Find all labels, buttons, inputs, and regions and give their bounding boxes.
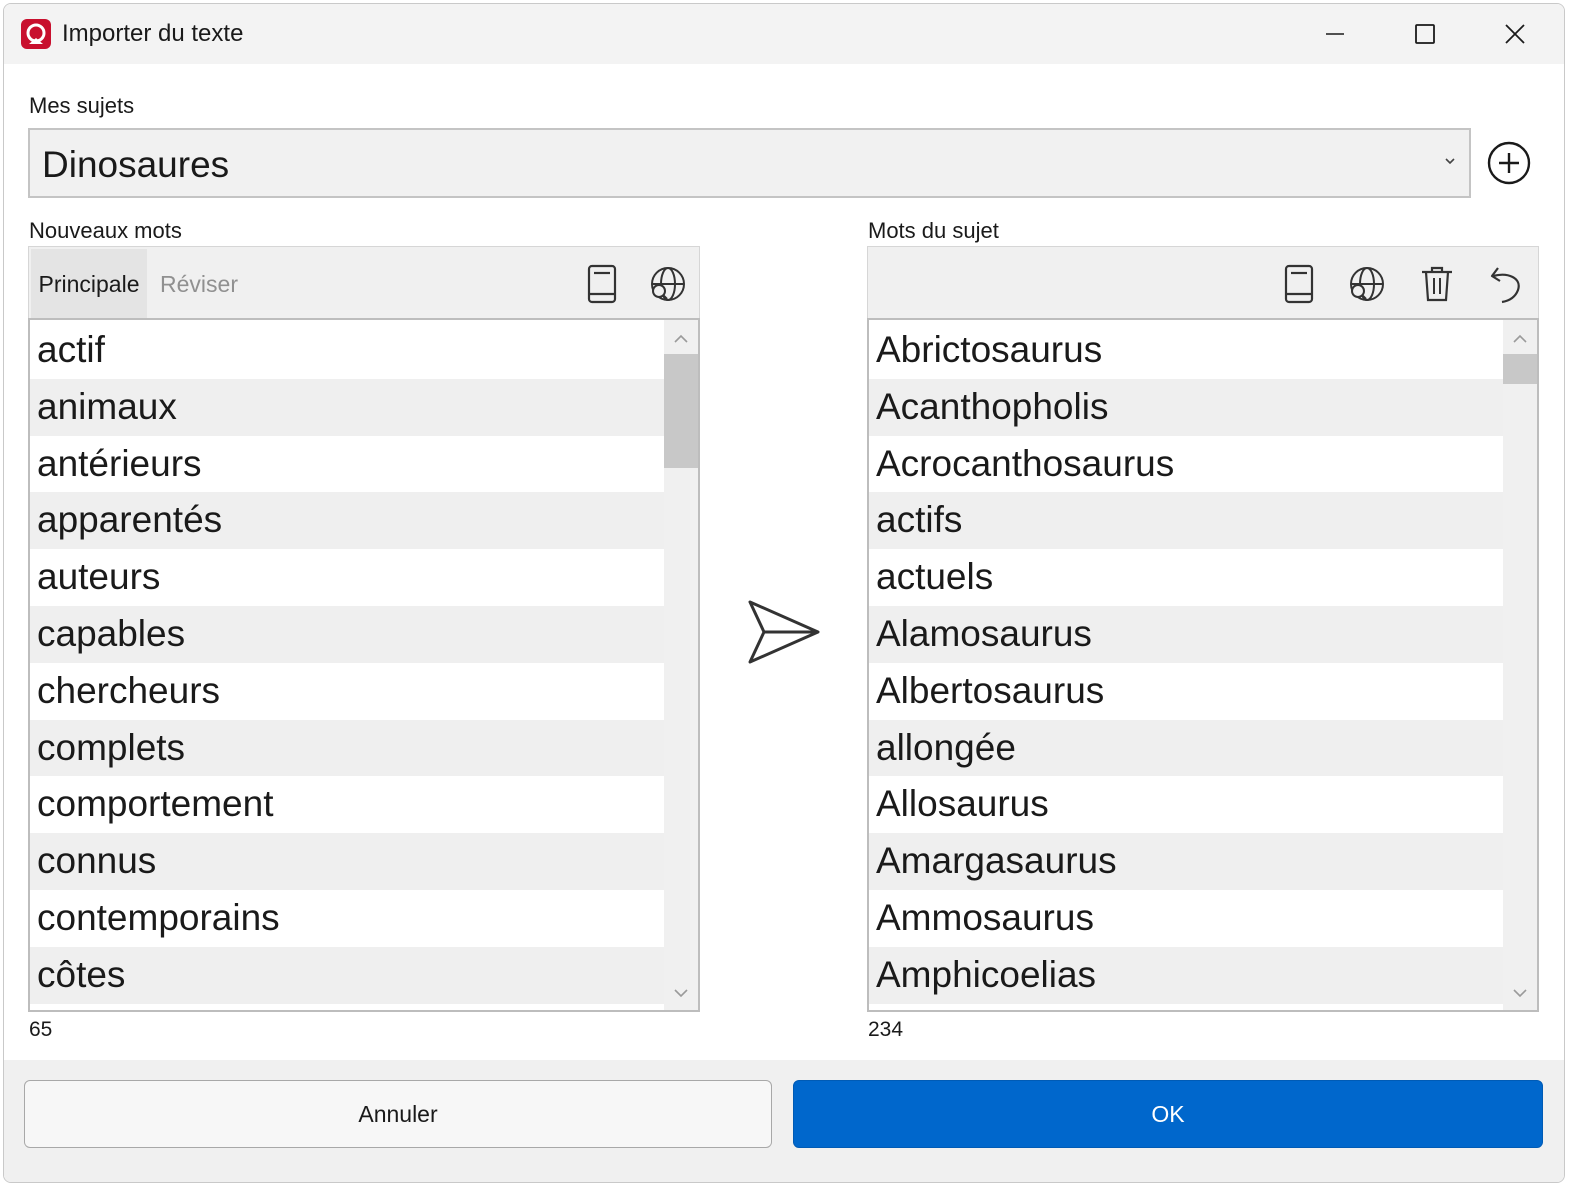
list-item[interactable]: actif xyxy=(30,322,664,379)
scroll-up-button[interactable] xyxy=(664,324,698,354)
subject-label: Mes sujets xyxy=(29,93,135,118)
scroll-down-button[interactable] xyxy=(664,978,698,1008)
window-title: Importer du texte xyxy=(62,20,244,47)
list-item[interactable]: animaux xyxy=(30,378,664,436)
undo-button[interactable] xyxy=(1484,261,1530,307)
subject-words-list[interactable]: Abrictosaurus Acanthopholis Acrocanthosa… xyxy=(867,318,1539,1012)
list-item[interactable]: auteurs xyxy=(30,549,664,606)
list-item[interactable]: comportement xyxy=(30,776,664,833)
title-bar: Importer du texte xyxy=(4,4,1564,64)
list-item[interactable]: Albertosaurus xyxy=(869,663,1503,720)
list-item[interactable]: Amphicoelias xyxy=(869,946,1503,1004)
scroll-down-button[interactable] xyxy=(1503,978,1537,1008)
list-item[interactable]: contemporains xyxy=(30,890,664,947)
list-item[interactable]: Allosaurus xyxy=(869,776,1503,833)
list-item[interactable]: antérieurs xyxy=(30,436,664,493)
app-logo-icon xyxy=(21,19,51,49)
subject-select-value: Dinosaures xyxy=(42,144,230,185)
trash-icon xyxy=(1422,266,1452,302)
dialog-footer: Annuler OK xyxy=(4,1060,1564,1182)
subject-words-count: 234 xyxy=(868,1018,904,1041)
chevron-down-icon xyxy=(674,989,688,998)
new-words-list[interactable]: actif animaux antérieurs apparentés aute… xyxy=(28,318,700,1012)
chevron-up-icon xyxy=(674,334,688,343)
scroll-thumb[interactable] xyxy=(664,354,698,468)
tab-reviser[interactable]: Réviser xyxy=(151,249,247,319)
list-item[interactable]: actifs xyxy=(869,492,1503,550)
list-item[interactable]: Acanthopholis xyxy=(869,378,1503,436)
tab-principale[interactable]: Principale xyxy=(31,249,147,319)
add-subject-button[interactable] xyxy=(1484,138,1534,188)
undo-icon xyxy=(1490,267,1520,304)
list-item[interactable]: connus xyxy=(30,833,664,890)
globe-search-icon xyxy=(651,267,685,301)
list-item[interactable]: Ammosaurus xyxy=(869,890,1503,947)
web-search-button[interactable] xyxy=(1344,261,1390,307)
chevron-down-icon xyxy=(1513,989,1527,998)
close-icon xyxy=(1505,24,1525,44)
import-text-dialog: Importer du texte Mes sujets Dinosaures … xyxy=(3,3,1565,1183)
minimize-button[interactable] xyxy=(1290,4,1380,64)
maximize-button[interactable] xyxy=(1380,4,1470,64)
dictionary-button[interactable] xyxy=(579,261,625,307)
list-item[interactable]: côtes xyxy=(30,946,664,1004)
web-search-button[interactable] xyxy=(645,261,691,307)
list-item[interactable]: apparentés xyxy=(30,492,664,550)
chevron-up-icon xyxy=(1513,334,1527,343)
scroll-up-button[interactable] xyxy=(1503,324,1537,354)
delete-button[interactable] xyxy=(1414,261,1460,307)
ok-button[interactable]: OK xyxy=(793,1080,1543,1148)
book-icon xyxy=(587,264,617,304)
close-button[interactable] xyxy=(1470,4,1560,64)
transfer-words-button[interactable] xyxy=(746,598,822,666)
maximize-icon xyxy=(1415,24,1435,44)
subject-select[interactable]: Dinosaures xyxy=(28,128,1471,198)
list-item[interactable]: Abrictosaurus xyxy=(869,322,1503,379)
list-item[interactable]: allongée xyxy=(869,719,1503,777)
list-item[interactable]: Amargasaurus xyxy=(869,833,1503,890)
cancel-button[interactable]: Annuler xyxy=(24,1080,772,1148)
vertical-scrollbar[interactable] xyxy=(1503,320,1537,1010)
list-item[interactable]: capables xyxy=(30,605,664,663)
list-item[interactable]: complets xyxy=(30,719,664,777)
list-item[interactable]: actuels xyxy=(869,549,1503,606)
subject-words-label: Mots du sujet xyxy=(868,218,999,243)
book-icon xyxy=(1284,264,1314,304)
new-words-label: Nouveaux mots xyxy=(29,218,182,243)
vertical-scrollbar[interactable] xyxy=(664,320,698,1010)
list-item[interactable]: Acrocanthosaurus xyxy=(869,436,1503,493)
subject-words-toolbar xyxy=(867,246,1539,320)
chevron-down-icon xyxy=(1445,158,1455,165)
list-item[interactable]: chercheurs xyxy=(30,663,664,720)
scroll-thumb[interactable] xyxy=(1503,354,1537,384)
new-words-toolbar: Principale Réviser xyxy=(28,246,700,320)
minimize-icon xyxy=(1326,33,1344,35)
globe-search-icon xyxy=(1350,267,1384,301)
dictionary-button[interactable] xyxy=(1276,261,1322,307)
list-item[interactable]: Alamosaurus xyxy=(869,605,1503,663)
new-words-count: 65 xyxy=(29,1018,53,1041)
